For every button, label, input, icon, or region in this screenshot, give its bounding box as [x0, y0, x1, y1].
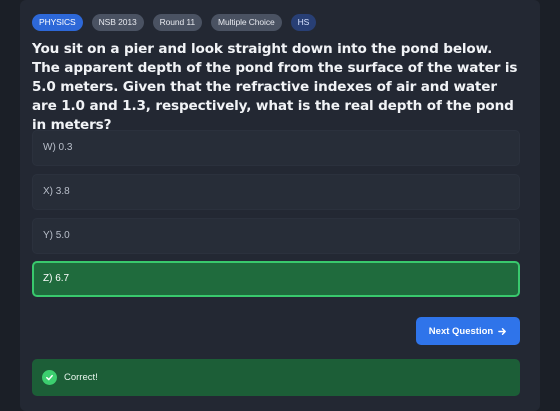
answer-option-w[interactable]: W) 0.3 [32, 130, 520, 166]
check-circle-icon [42, 370, 57, 385]
question-text: You sit on a pier and look straight down… [32, 41, 518, 133]
feedback-banner: Correct! [32, 359, 520, 396]
feedback-text: Correct! [64, 372, 98, 383]
next-question-button[interactable]: Next Question [416, 317, 520, 345]
question-card: PHYSICS NSB 2013 Round 11 Multiple Choic… [20, 0, 540, 411]
competition-tag: NSB 2013 [91, 14, 144, 31]
tag-row: PHYSICS NSB 2013 Round 11 Multiple Choic… [32, 14, 317, 31]
arrow-right-icon [498, 327, 507, 336]
next-question-label: Next Question [428, 325, 494, 337]
round-tag: Round 11 [152, 14, 203, 31]
answer-option-x[interactable]: X) 3.8 [32, 174, 520, 210]
format-tag: Multiple Choice [211, 14, 282, 31]
answer-option-y[interactable]: Y) 5.0 [32, 218, 520, 254]
answer-option-z[interactable]: Z) 6.7 [32, 261, 520, 297]
subject-tag: PHYSICS [32, 14, 83, 31]
level-tag: HS [290, 14, 317, 31]
